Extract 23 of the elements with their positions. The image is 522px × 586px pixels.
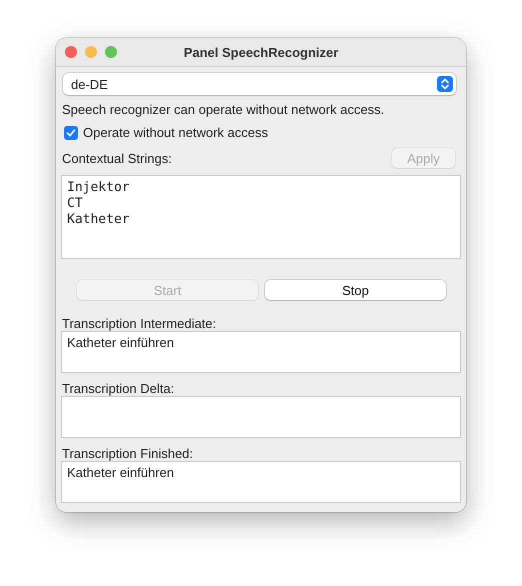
field-label: Transcription Finished:	[61, 446, 194, 461]
transcription-field[interactable]	[61, 396, 461, 438]
field-label: Transcription Intermediate:	[61, 316, 218, 331]
close-icon[interactable]	[65, 46, 77, 58]
section-label: Contextual Strings:	[62, 150, 172, 166]
checkbox-label: Operate without network access	[83, 125, 268, 140]
transcription-text: Katheter einführen	[67, 335, 175, 350]
transcription-field[interactable]: Katheter einführen	[61, 331, 461, 373]
stop-button[interactable]: Stop	[265, 280, 446, 300]
field-label: Transcription Delta:	[61, 381, 176, 396]
status-text: Speech recognizer can operate without network access.	[61, 102, 386, 117]
text-line: Katheter	[67, 212, 131, 228]
transcription-text: Katheter einführen	[67, 465, 175, 480]
contextual-strings-field[interactable]: Injektor CT Katheter	[61, 175, 461, 259]
transcription-field[interactable]: Katheter einführen	[61, 461, 461, 503]
text-line: CT	[67, 196, 84, 212]
zoom-icon[interactable]	[105, 46, 117, 58]
window-title: Panel SpeechRecognizer	[184, 44, 338, 60]
checkbox[interactable]	[64, 126, 78, 140]
text-line: Injektor	[67, 180, 131, 196]
language-popup[interactable]: de-DE	[63, 73, 456, 95]
up-down-chevron-icon	[437, 76, 453, 92]
minimize-icon[interactable]	[85, 46, 97, 58]
